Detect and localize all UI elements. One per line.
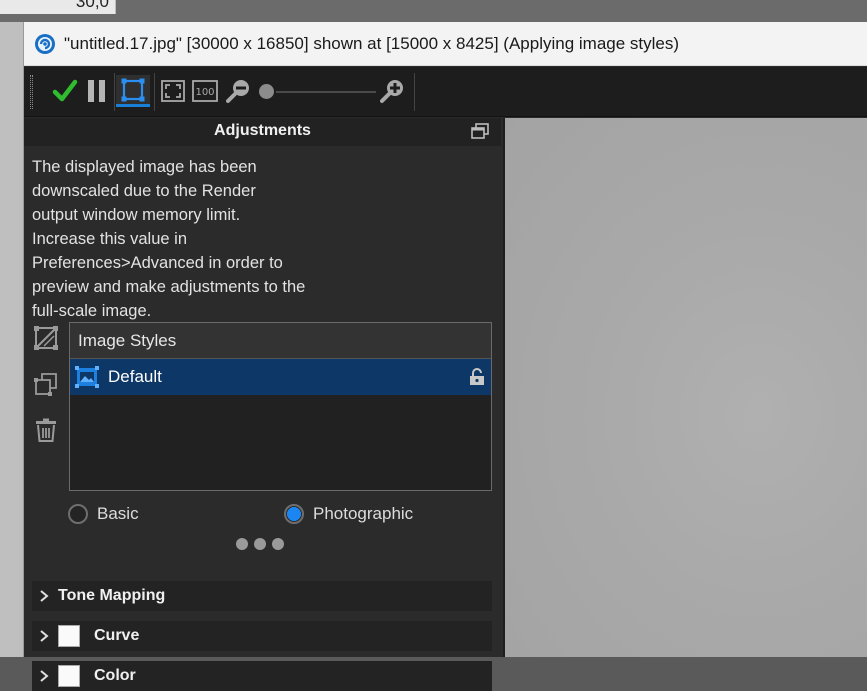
svg-text:100: 100 [195, 87, 214, 98]
panel-header: Adjustments [24, 118, 501, 146]
radio-circle-selected [284, 504, 304, 524]
chevron-right-icon [34, 630, 54, 642]
new-style-button[interactable] [32, 326, 60, 372]
duplicate-style-icon [34, 373, 57, 396]
section-label: Curve [94, 627, 140, 644]
chevron-right-icon [34, 670, 54, 682]
title-bar[interactable]: "untitled.17.jpg" [30000 x 16850] shown … [24, 22, 867, 66]
style-tools [32, 326, 60, 464]
downscale-info-text: The displayed image has been downscaled … [32, 155, 352, 323]
apply-button[interactable] [50, 75, 80, 107]
info-line: full-scale image. [32, 302, 152, 320]
mode-selector: Basic Photographic [68, 504, 498, 528]
info-line: preview and make adjustments to the [32, 278, 306, 296]
info-line: The displayed image has been [32, 158, 257, 176]
basic-radio-label: Basic [97, 504, 139, 523]
check-icon [52, 79, 78, 102]
pause-icon [88, 80, 105, 102]
fit-to-window-icon [161, 80, 185, 102]
zoom-slider-knob[interactable] [259, 84, 274, 99]
app-icon [35, 33, 55, 54]
render-window: "untitled.17.jpg" [30000 x 16850] shown … [23, 22, 867, 691]
zoom-in-icon [380, 80, 403, 103]
toolbar-separator [114, 73, 115, 111]
background-cell: 30,0 [0, 0, 116, 14]
style-icon [75, 365, 99, 389]
window-title: "untitled.17.jpg" [30000 x 16850] shown … [64, 33, 680, 53]
restore-window-icon[interactable] [471, 123, 489, 139]
dot [272, 538, 284, 550]
section-label: Tone Mapping [58, 587, 166, 604]
section-label: Color [94, 667, 136, 684]
region-select-icon [121, 78, 145, 101]
zoom-out-button[interactable] [224, 75, 254, 107]
image-styles-header: Image Styles [70, 323, 491, 359]
curve-enable-checkbox[interactable] [58, 625, 80, 647]
photographic-radio-label: Photographic [313, 504, 414, 523]
toolbar-separator [414, 73, 415, 111]
toolbar-separator [154, 73, 155, 111]
color-enable-checkbox[interactable] [58, 665, 80, 687]
photographic-radio[interactable]: Photographic [284, 504, 413, 524]
toolbar-grip[interactable] [30, 75, 33, 109]
duplicate-style-button[interactable] [32, 372, 60, 418]
zoom-in-button[interactable] [378, 75, 408, 107]
section-color[interactable]: Color [32, 661, 492, 691]
info-line: output window memory limit. [32, 206, 241, 224]
trash-icon [36, 418, 56, 442]
zoom-slider-track[interactable] [276, 91, 376, 93]
delete-style-button[interactable] [32, 418, 60, 464]
style-item-label: Default [108, 367, 162, 386]
dot [254, 538, 266, 550]
info-line: Increase this value in [32, 230, 188, 248]
adjustments-panel: Adjustments The displayed image has been… [24, 118, 501, 691]
style-item-default[interactable]: Default [70, 359, 491, 395]
pause-button[interactable] [82, 75, 112, 107]
actual-size-button[interactable]: 100 [190, 75, 220, 107]
panel-title: Adjustments [214, 122, 311, 139]
background-window-left [0, 22, 23, 657]
info-line: downscaled due to the Render [32, 182, 256, 200]
toolbar: 100 [24, 67, 867, 117]
radio-circle [68, 504, 88, 524]
image-styles-list: Image Styles Default [69, 322, 492, 491]
dot [236, 538, 248, 550]
image-preview-area[interactable] [503, 118, 867, 657]
more-options-dots[interactable] [236, 538, 284, 550]
chevron-right-icon [34, 590, 54, 602]
rendered-image [505, 118, 867, 657]
section-curve[interactable]: Curve [32, 621, 492, 651]
region-select-button[interactable] [116, 75, 150, 107]
section-tone-mapping[interactable]: Tone Mapping [32, 581, 492, 611]
info-line: Preferences>Advanced in order to [32, 254, 283, 272]
new-style-icon [34, 326, 58, 350]
basic-radio[interactable]: Basic [68, 504, 139, 524]
background-cell-value: 30,0 [75, 0, 109, 11]
fit-to-window-button[interactable] [158, 75, 188, 107]
actual-size-icon: 100 [192, 80, 218, 102]
background-window [0, 0, 867, 22]
zoom-out-icon [226, 80, 249, 103]
lock-icon [470, 368, 484, 385]
